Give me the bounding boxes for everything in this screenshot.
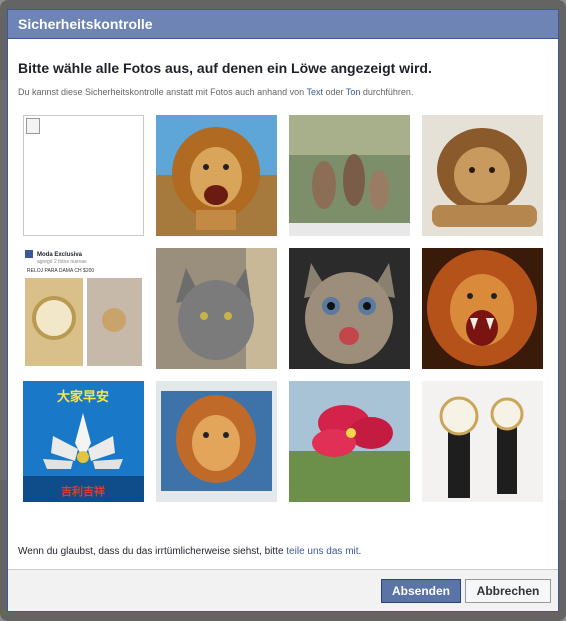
ad-line: agregó 2 fotos nuevas [37,259,87,265]
report-issue-link[interactable]: teile uns das mit [286,546,358,557]
alternative-hint: Du kannst diese Sicherheitskontrolle ans… [18,87,413,97]
dialog-overlay: Sicherheitskontrolle Bitte wähle alle Fo… [0,0,566,621]
photo-tile-broken-image[interactable] [23,115,144,236]
photo-tile-wristwatch-ad[interactable]: Moda Exclusiva agregó 2 fotos nuevas REL… [23,248,144,369]
lotus-text-bottom: 吉利吉祥 [61,484,105,498]
photo-tile-red-flower[interactable] [289,381,410,502]
dialog-heading: Bitte wähle alle Fotos aus, auf denen ei… [18,60,432,76]
photo-tile-lion-roaring-closeup[interactable] [422,248,543,369]
hint-suffix: durchführen. [360,87,414,97]
audio-captcha-link[interactable]: Ton [346,87,361,97]
submit-button[interactable]: Absenden [381,579,461,603]
error-report-text: Wenn du glaubst, dass du das irrtümliche… [18,546,361,557]
photo-tile-kangaroos[interactable] [289,115,410,236]
security-check-dialog: Sicherheitskontrolle Bitte wähle alle Fo… [7,9,559,612]
cancel-button[interactable]: Abbrechen [465,579,551,603]
dialog-button-bar: Absenden Abbrechen [8,569,558,611]
photo-tile-lotus-greeting[interactable]: 大家早安 吉利吉祥 [23,381,144,502]
photo-tile-watch-pair[interactable] [422,381,543,502]
ad-title: Moda Exclusiva [37,252,83,258]
photo-tile-lion-lying[interactable] [422,115,543,236]
hint-or: oder [323,87,346,97]
text-captcha-link[interactable]: Text [307,87,324,97]
photo-tile-lion-shirt[interactable] [156,381,277,502]
ad-text: RELOJ PARA DAMA CH $200 [27,268,94,274]
broken-image-icon [26,118,40,134]
photo-tile-kitten[interactable] [289,248,410,369]
footer-prefix: Wenn du glaubst, dass du das irrtümliche… [18,546,287,557]
dialog-title: Sicherheitskontrolle [8,10,558,39]
photo-tile-lion-roaring-savanna[interactable] [156,115,277,236]
photo-tile-gray-cat[interactable] [156,248,277,369]
hint-prefix: Du kannst diese Sicherheitskontrolle ans… [18,87,307,97]
footer-suffix: . [358,546,362,557]
lotus-text-top: 大家早安 [57,389,109,405]
